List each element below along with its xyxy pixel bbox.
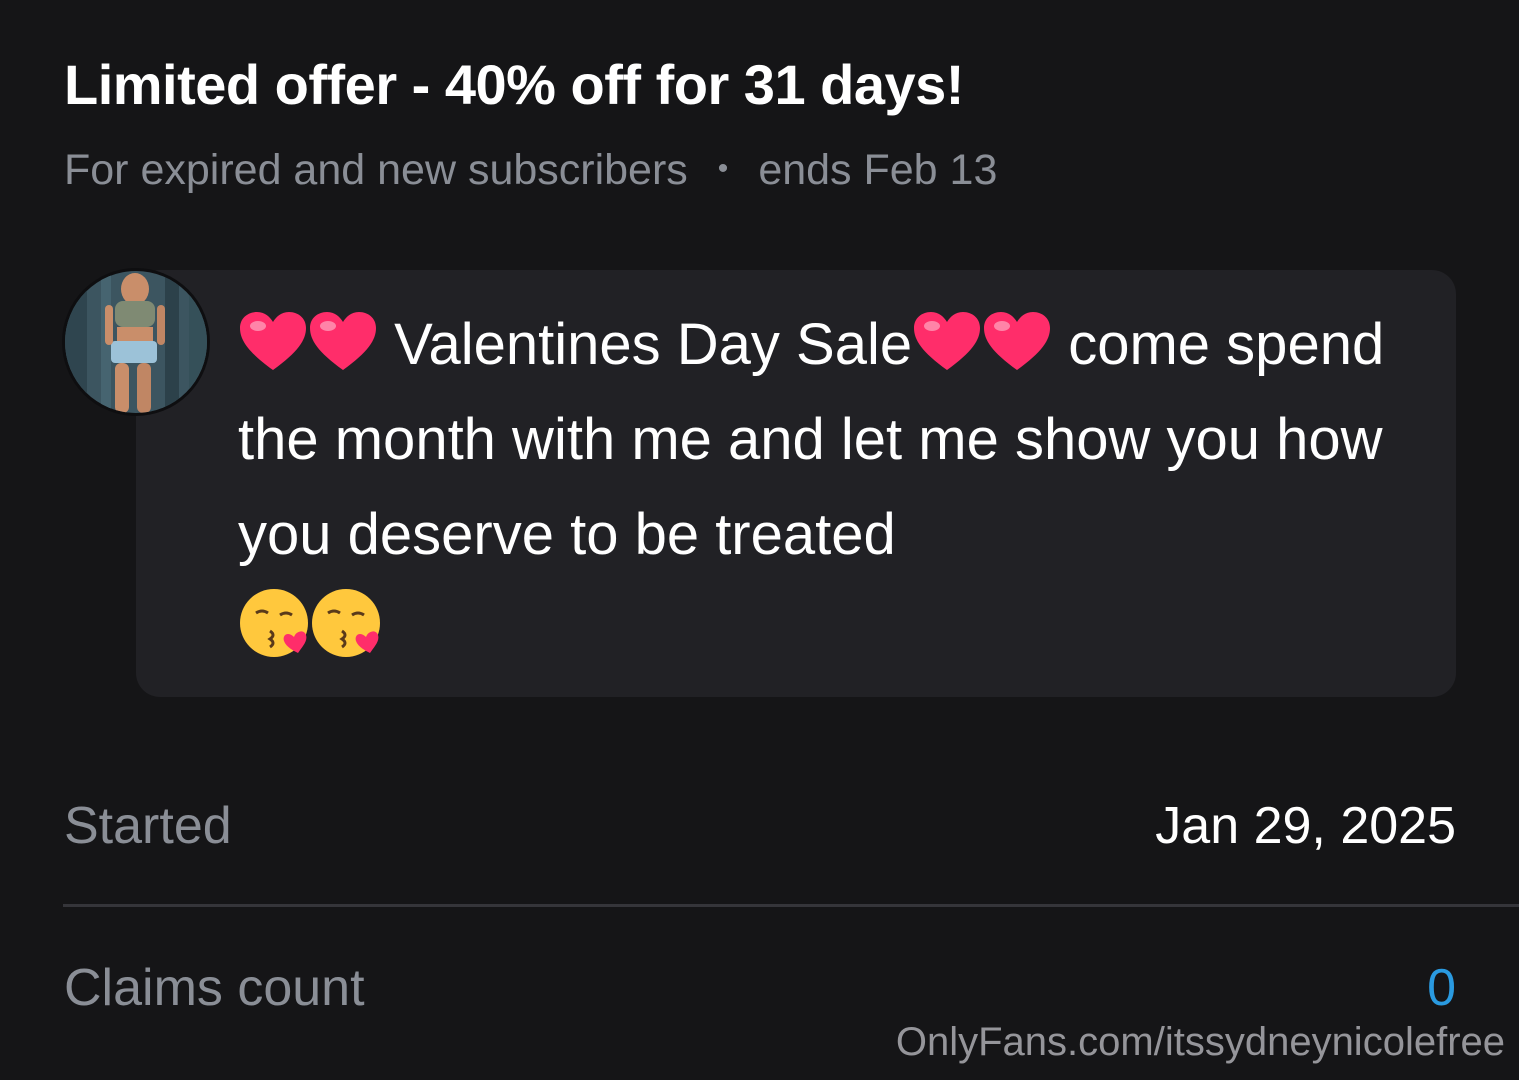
- started-value: Jan 29, 2025: [1155, 797, 1456, 855]
- red-heart-icon: [982, 310, 1052, 374]
- separator-dot: •: [717, 152, 729, 185]
- offer-title: Limited offer - 40% off for 31 days!: [64, 53, 964, 116]
- red-heart-icon: [912, 310, 982, 374]
- claims-count-label: Claims count: [64, 959, 365, 1017]
- message-text-part1: Valentines Day Sale: [378, 312, 913, 377]
- watermark: OnlyFans.com/itssydneynicolefree: [895, 1020, 1505, 1064]
- avatar[interactable]: [62, 268, 210, 416]
- claims-count-value[interactable]: 0: [1427, 958, 1456, 1018]
- offer-end-date: ends Feb 13: [758, 146, 998, 194]
- red-heart-icon: [238, 310, 308, 374]
- offer-subtitle: For expired and new subscribers • ends Feb…: [64, 146, 997, 195]
- started-label: Started: [64, 797, 232, 855]
- red-heart-icon: [308, 310, 378, 374]
- kissing-face-icon: [310, 587, 382, 659]
- avatar-image: [65, 271, 207, 413]
- divider: [63, 904, 1519, 907]
- kissing-face-icon: [238, 587, 310, 659]
- offer-audience: For expired and new subscribers: [64, 146, 688, 194]
- message-text: Valentines Day Sale come spend the month…: [238, 297, 1418, 677]
